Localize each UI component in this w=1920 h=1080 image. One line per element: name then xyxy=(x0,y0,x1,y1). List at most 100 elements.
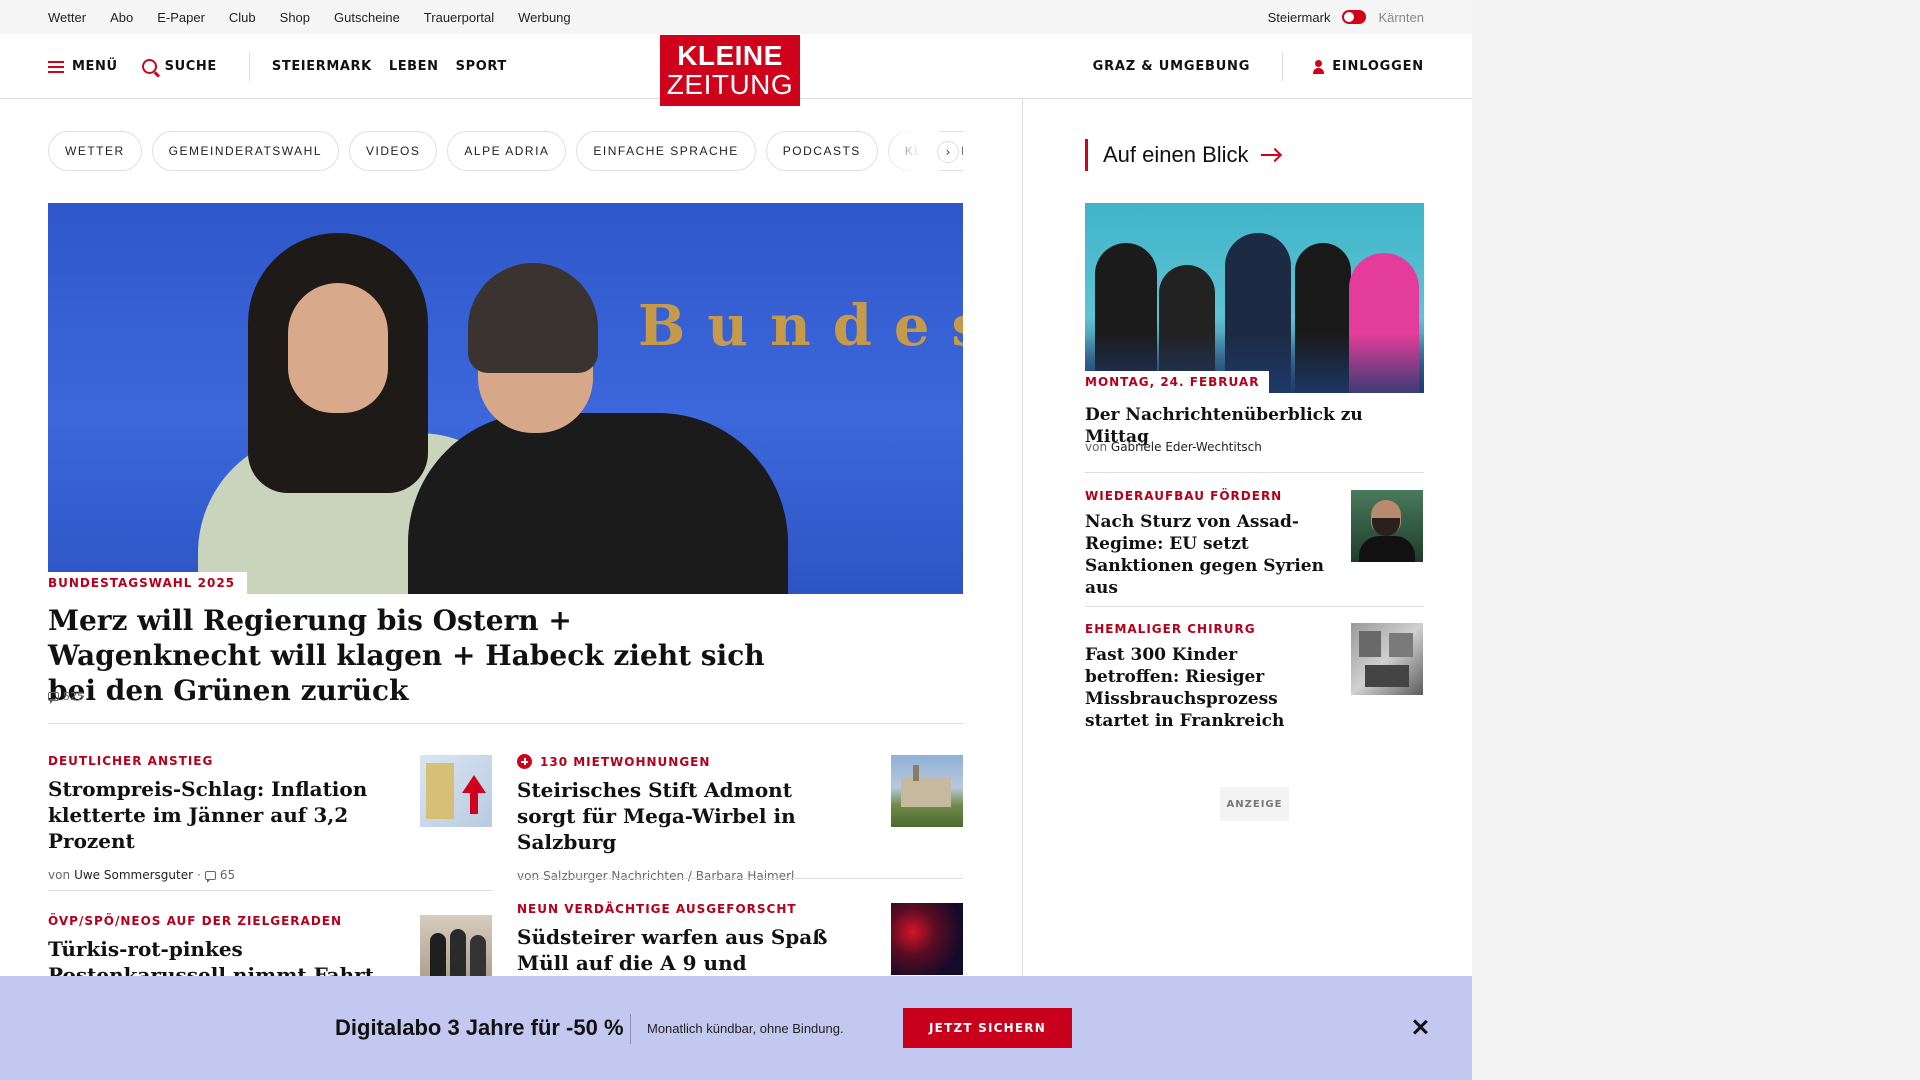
article-headline[interactable]: Südsteirer warfen aus Spaß Müll auf die … xyxy=(517,924,847,976)
topic-chips: WETTER GEMEINDERATSWAHL VIDEOS ALPE ADRI… xyxy=(48,131,963,171)
article-author[interactable]: Uwe Sommersguter xyxy=(74,868,193,882)
search-button[interactable]: SUCHE xyxy=(141,59,217,74)
region-toggle[interactable] xyxy=(1342,10,1367,24)
page: Wetter Abo E-Paper Club Shop Gutscheine … xyxy=(0,0,1472,1080)
thumbnail-poster xyxy=(1359,631,1381,657)
article-thumbnail[interactable] xyxy=(891,755,963,827)
thumbnail-poster xyxy=(1389,633,1413,657)
chip-alpe-adria[interactable]: ALPE ADRIA xyxy=(447,131,567,171)
header-left: MENÜ SUCHE STEIERMARK LEBEN SPORT xyxy=(48,34,524,99)
thumbnail-tower xyxy=(913,765,919,781)
article-meta: von Salzburger Nachrichten / Barbara Hai… xyxy=(517,869,847,883)
arrow-up-icon xyxy=(462,775,486,793)
article-headline[interactable]: Strompreis-Schlag: Inflation kletterte i… xyxy=(48,776,403,854)
article-author[interactable]: Salzburger Nachrichten / Barbara Haimerl xyxy=(543,869,794,883)
article-thumbnail[interactable] xyxy=(891,903,963,975)
utility-link-epaper[interactable]: E-Paper xyxy=(157,10,205,25)
comment-icon xyxy=(204,870,216,883)
banner-cta-button[interactable]: JETZT SICHERN xyxy=(903,1008,1072,1048)
sidebar-item-headline[interactable]: Nach Sturz von Assad-Regime: EU setzt Sa… xyxy=(1085,511,1335,599)
logo-line-1: KLEINE xyxy=(677,40,783,71)
chip-gemeinderatswahl[interactable]: GEMEINDERATSWAHL xyxy=(151,131,340,171)
hero-kicker: BUNDESTAGSWAHL 2025 xyxy=(48,572,248,594)
thumbnail-poster xyxy=(1365,665,1409,687)
menu-button[interactable]: MENÜ xyxy=(48,59,118,74)
header-divider-right xyxy=(1282,52,1284,81)
utility-link-gutscheine[interactable]: Gutscheine xyxy=(334,10,400,25)
login-label: EINLOGGEN xyxy=(1332,59,1424,74)
nav-sport[interactable]: SPORT xyxy=(456,59,507,74)
thumbnail-building xyxy=(901,777,951,807)
meta-separator: · xyxy=(197,868,201,882)
nav-leben[interactable]: LEBEN xyxy=(389,59,439,74)
main-header: MENÜ SUCHE STEIERMARK LEBEN SPORT KLEINE… xyxy=(0,34,1472,106)
sidebar-item-kicker: EHEMALIGER CHIRURG xyxy=(1085,622,1256,636)
sidebar-top-image[interactable] xyxy=(1085,203,1424,393)
close-icon[interactable] xyxy=(1411,1018,1429,1036)
header-right: GRAZ & UMGEBUNG EINLOGGEN xyxy=(1093,34,1424,99)
article-kicker: NEUN VERDÄCHTIGE AUSGEFORSCHT xyxy=(517,902,797,916)
utility-link-wetter[interactable]: Wetter xyxy=(48,10,86,25)
banner-title: Digitalabo 3 Jahre für -50 % xyxy=(335,1015,624,1040)
divider xyxy=(517,878,963,879)
hero-image[interactable]: Bundes xyxy=(48,203,963,594)
article-comment-count: 65 xyxy=(219,868,236,882)
divider xyxy=(1085,606,1424,607)
article-card[interactable]: DEUTLICHER ANSTIEG Strompreis-Schlag: In… xyxy=(48,754,403,883)
hero-image-lettering: Bundes xyxy=(638,293,963,359)
article-kicker: DEUTLICHER ANSTIEG xyxy=(48,754,214,768)
divider xyxy=(48,723,963,724)
utility-link-club[interactable]: Club xyxy=(229,10,256,25)
chip-videos[interactable]: VIDEOS xyxy=(349,131,438,171)
nav-steiermark[interactable]: STEIERMARK xyxy=(272,59,372,74)
sidebar-item-headline[interactable]: Fast 300 Kinder betroffen: Riesiger Miss… xyxy=(1085,644,1335,732)
hamburger-icon xyxy=(48,60,64,73)
logo-line-2: ZEITUNG xyxy=(666,69,794,100)
article-card[interactable]: 130 MIETWOHNUNGEN Steirisches Stift Admo… xyxy=(517,754,847,883)
search-label: SUCHE xyxy=(164,59,217,74)
chevron-right-icon[interactable]: › xyxy=(937,141,959,163)
byline-prefix: von xyxy=(1085,440,1108,454)
sidebar-top-byline: von Gabriele Eder-Wechtitsch xyxy=(1085,440,1262,454)
hero-comments[interactable]: 525 xyxy=(48,690,84,704)
chip-podcasts[interactable]: PODCASTS xyxy=(765,131,878,171)
header-divider xyxy=(248,52,250,81)
sidebar-title: Auf einen Blick xyxy=(1103,142,1249,167)
region-kaernten[interactable]: Kärnten xyxy=(1378,10,1424,25)
article-kicker: 130 MIETWOHNUNGEN xyxy=(540,754,711,769)
article-thumbnail[interactable] xyxy=(420,755,492,827)
thumbnail-beard xyxy=(1372,518,1400,536)
utility-link-werbung[interactable]: Werbung xyxy=(518,10,571,25)
login-button[interactable]: EINLOGGEN xyxy=(1313,59,1424,74)
sidebar-top-date: MONTAG, 24. FEBRUAR xyxy=(1085,371,1270,393)
utility-bar: Wetter Abo E-Paper Club Shop Gutscheine … xyxy=(0,0,1472,34)
byline-author[interactable]: Gabriele Eder-Wechtitsch xyxy=(1111,440,1262,454)
article-headline[interactable]: Steirisches Stift Admont sorgt für Mega-… xyxy=(517,777,847,855)
column-divider xyxy=(1022,99,1023,979)
region-switch: Steiermark Kärnten xyxy=(1268,0,1424,34)
banner-subtitle: Monatlich kündbar, ohne Bindung. xyxy=(647,1020,844,1036)
divider xyxy=(1085,472,1424,473)
banner-divider xyxy=(630,1014,631,1044)
article-kicker-row: 130 MIETWOHNUNGEN xyxy=(517,754,847,769)
region-steiermark[interactable]: Steiermark xyxy=(1268,10,1331,25)
thumbnail-sign xyxy=(426,763,454,819)
arrow-up-stem xyxy=(470,792,478,814)
sidebar-item-thumbnail[interactable] xyxy=(1351,490,1423,562)
article-kicker: ÖVP/SPÖ/NEOS AUF DER ZIELGERADEN xyxy=(48,914,343,928)
article-card[interactable]: NEUN VERDÄCHTIGE AUSGEFORSCHT Südsteirer… xyxy=(517,902,847,976)
hero-headline[interactable]: Merz will Regierung bis Ostern + Wagenkn… xyxy=(48,603,788,708)
article-by-prefix: von xyxy=(517,869,540,883)
chip-wetter[interactable]: WETTER xyxy=(48,131,142,171)
chip-einfache-sprache[interactable]: EINFACHE SPRACHE xyxy=(576,131,756,171)
utility-link-trauerportal[interactable]: Trauerportal xyxy=(424,10,494,25)
utility-link-shop[interactable]: Shop xyxy=(280,10,310,25)
arrow-right-icon xyxy=(1260,154,1279,156)
sidebar-item-thumbnail[interactable] xyxy=(1351,623,1423,695)
utility-link-abo[interactable]: Abo xyxy=(110,10,133,25)
page-gutter xyxy=(1472,0,1920,1080)
local-edition-link[interactable]: GRAZ & UMGEBUNG xyxy=(1093,59,1251,74)
kleine-zeitung-logo[interactable]: KLEINE ZEITUNG xyxy=(660,35,800,106)
auf-einen-blick-heading[interactable]: Auf einen Blick xyxy=(1085,139,1279,171)
menu-label: MENÜ xyxy=(72,59,118,74)
